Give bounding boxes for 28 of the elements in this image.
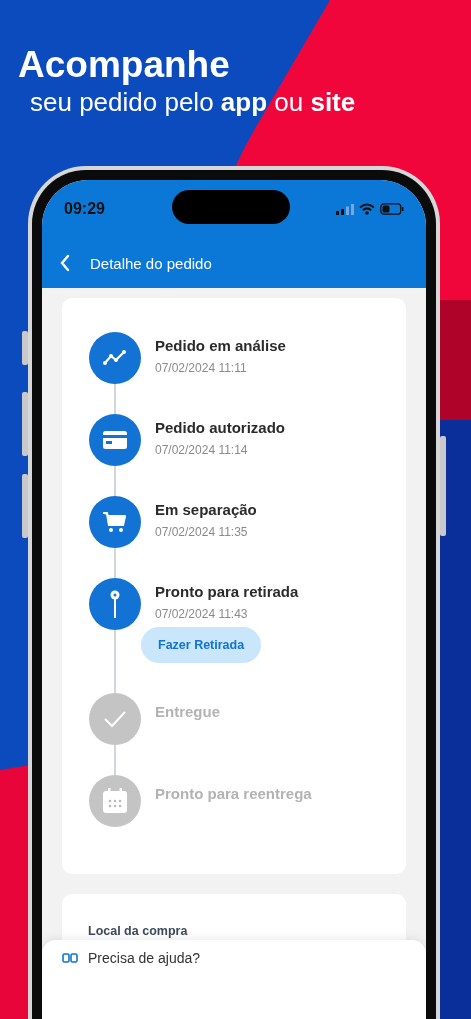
step-date: 07/02/2024 11:14 xyxy=(155,443,248,457)
pickup-button[interactable]: Fazer Retirada xyxy=(141,627,262,663)
step-title: Em separação xyxy=(155,500,257,520)
help-link[interactable]: Precisa de ajuda? xyxy=(88,950,201,966)
step-title: Pronto para retirada xyxy=(155,582,299,602)
step-title: Entregue xyxy=(155,702,220,722)
headline-subtitle: seu pedido pelo app ou site xyxy=(30,86,357,118)
wifi-icon xyxy=(359,203,375,215)
headline-title: Acompanhe xyxy=(18,44,231,86)
step-date: 07/02/2024 11:11 xyxy=(155,361,247,375)
checkmark-icon xyxy=(103,710,127,728)
chat-icon xyxy=(62,953,78,963)
status-time: 09:29 xyxy=(64,200,105,218)
screen-title: Detalhe do pedido xyxy=(90,254,212,272)
section-title: Local da compra xyxy=(88,924,188,938)
step-date: 07/02/2024 11:43 xyxy=(155,607,248,621)
step-title: Pedido em análise xyxy=(155,336,286,356)
credit-card-icon xyxy=(102,430,128,450)
battery-icon xyxy=(380,203,404,215)
trend-icon xyxy=(102,349,128,367)
signal-icon xyxy=(336,203,354,215)
back-icon[interactable] xyxy=(59,254,71,272)
cart-icon xyxy=(102,510,128,534)
pin-icon xyxy=(109,589,121,619)
calendar-icon xyxy=(102,788,128,814)
step-date: 07/02/2024 11:35 xyxy=(155,525,248,539)
step-title: Pronto para reentrega xyxy=(155,784,312,804)
step-title: Pedido autorizado xyxy=(155,418,285,438)
